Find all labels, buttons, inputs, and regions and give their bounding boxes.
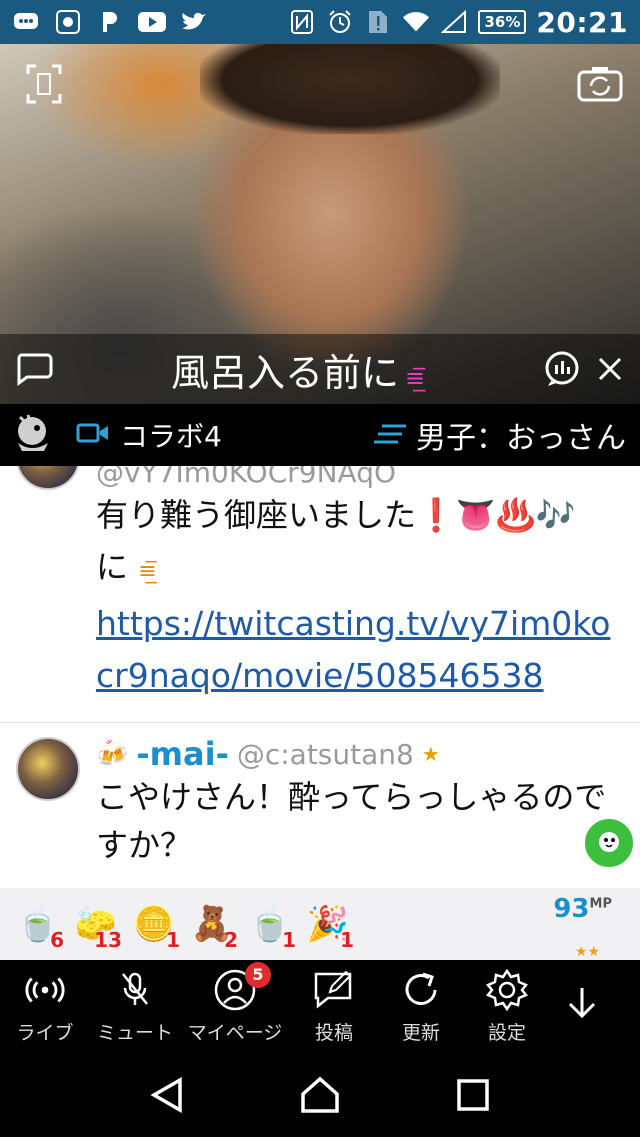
item-count: 6 bbox=[50, 928, 64, 952]
mp-value: 93 bbox=[553, 894, 590, 924]
video-frame bbox=[200, 44, 500, 134]
gift-items-bar: 🍵 6 🧽 13 🪙 1 🧸 2 🍵 1 🎉 1 93MP ★★ bbox=[0, 888, 640, 960]
down-arrow-icon bbox=[560, 981, 604, 1025]
refresh-button[interactable]: 更新 bbox=[378, 960, 464, 1052]
mute-mic-icon bbox=[113, 968, 157, 1012]
profile-icon: 5 bbox=[213, 961, 271, 1012]
video-camera-icon bbox=[76, 419, 110, 452]
live-video[interactable]: 風呂入る前に ≡̲̅ bbox=[0, 44, 640, 404]
nav-label: ミュート bbox=[96, 1021, 173, 1044]
system-status: 36% 20:21 bbox=[288, 6, 628, 39]
comment-handle[interactable]: @vY7Im0KOCr9NAqO bbox=[96, 466, 620, 489]
close-icon[interactable] bbox=[586, 345, 634, 393]
back-icon bbox=[150, 1076, 182, 1113]
comment-handle[interactable]: @c:atsutan8 bbox=[237, 738, 414, 771]
notification-badge: 5 bbox=[245, 961, 271, 988]
comment-username[interactable]: -mai- bbox=[136, 735, 228, 773]
info-bar: コラボ4 男子：おっさん bbox=[0, 404, 640, 466]
youtube-icon bbox=[138, 8, 166, 36]
recents-icon bbox=[457, 1078, 490, 1111]
beer-icon: 🍻 bbox=[96, 739, 129, 769]
twitter-icon bbox=[180, 8, 208, 36]
home-button[interactable] bbox=[295, 1070, 345, 1120]
title-emoji: ≡̲̅ bbox=[138, 559, 157, 584]
broadcast-title-text: 風呂入る前に bbox=[170, 350, 399, 395]
mypage-button[interactable]: 5 マイページ bbox=[180, 960, 290, 1052]
comment-icon[interactable] bbox=[10, 345, 58, 393]
broadcast-title: 風呂入る前に ≡̲̅ bbox=[58, 342, 538, 397]
comment-item: @vY7Im0KOCr9NAqO 有り難う御座いました❗️👅♨️🎶 に ≡̲̅ … bbox=[0, 466, 640, 702]
bottom-toolbar: ライブ ミュート 5 マイページ 投稿 更新 設定 bbox=[0, 960, 640, 1052]
home-icon bbox=[301, 1076, 339, 1113]
coin-icon[interactable]: 🪙 1 bbox=[126, 896, 182, 952]
comment-text-line: に bbox=[96, 548, 129, 586]
comment-text: こやけさん！酔ってらっしゃるのですか？ bbox=[96, 778, 607, 864]
nav-label: 投稿 bbox=[314, 1021, 353, 1044]
nfc-icon bbox=[288, 8, 316, 36]
comment-item: 🍻 -mai- @c:atsutan8 ★ こやけさん！酔ってらっしゃるのですか… bbox=[0, 723, 640, 869]
alarm-icon bbox=[326, 8, 354, 36]
twitcasting-bird-icon[interactable] bbox=[582, 816, 636, 870]
mp-counter[interactable]: 93MP bbox=[553, 894, 612, 924]
guest-avatar-icon[interactable] bbox=[14, 413, 54, 457]
comment-text-line: 有り難う御座いました❗️👅♨️🎶 bbox=[96, 496, 576, 534]
collapse-button[interactable] bbox=[550, 960, 614, 1052]
app-icon bbox=[54, 8, 82, 36]
post-icon bbox=[312, 968, 356, 1012]
item-count: 2 bbox=[224, 928, 238, 952]
nav-label: マイページ bbox=[187, 1021, 283, 1044]
item-count: 1 bbox=[166, 928, 180, 952]
item-count: 13 bbox=[94, 928, 122, 952]
comment-link[interactable]: https://twitcasting.tv/vy7im0kocr9naqo/m… bbox=[96, 598, 620, 702]
item-count: 1 bbox=[282, 928, 296, 952]
live-button[interactable]: ライブ bbox=[0, 960, 90, 1052]
item-count: 1 bbox=[340, 928, 354, 952]
message-icon bbox=[12, 8, 40, 36]
comment-text: 有り難う御座いました❗️👅♨️🎶 に ≡̲̅ bbox=[96, 489, 620, 598]
sim-alert-icon bbox=[364, 8, 392, 36]
broadcast-title-bar: 風呂入る前に ≡̲̅ bbox=[0, 334, 640, 404]
clock: 20:21 bbox=[536, 5, 628, 39]
system-nav-bar bbox=[0, 1052, 640, 1137]
category-label: 男子：おっさん bbox=[416, 421, 626, 456]
category-link[interactable]: 男子：おっさん bbox=[374, 413, 626, 457]
settings-icon bbox=[485, 968, 529, 1012]
live-icon bbox=[23, 968, 67, 1012]
medal-icon: ★ bbox=[421, 742, 440, 766]
star-icon: ★★ bbox=[574, 944, 600, 960]
cracker-icon[interactable]: 🎉 1 bbox=[300, 896, 356, 952]
settings-button[interactable]: 設定 bbox=[464, 960, 550, 1052]
comment-user-row: 🍻 -mai- @c:atsutan8 ★ bbox=[96, 735, 620, 773]
poll-chat-icon[interactable] bbox=[538, 345, 586, 393]
comment-list[interactable]: @vY7Im0KOCr9NAqO 有り難う御座いました❗️👅♨️🎶 に ≡̲̅ … bbox=[0, 466, 640, 888]
back-button[interactable] bbox=[142, 1070, 192, 1120]
notification-icons bbox=[12, 8, 208, 36]
tea-10-icon[interactable]: 🍵 1 bbox=[242, 896, 298, 952]
avatar[interactable] bbox=[16, 737, 80, 801]
recents-button[interactable] bbox=[448, 1070, 498, 1120]
title-emoji: ≡̲̅ bbox=[404, 363, 426, 392]
nav-label: ライブ bbox=[16, 1021, 74, 1044]
switch-camera-icon[interactable] bbox=[576, 64, 624, 104]
collab-button[interactable]: コラボ4 bbox=[76, 415, 222, 455]
nav-label: 設定 bbox=[487, 1021, 526, 1044]
post-button[interactable]: 投稿 bbox=[290, 960, 378, 1052]
wifi-icon bbox=[402, 8, 430, 36]
signal-icon bbox=[440, 8, 468, 36]
mute-button[interactable]: ミュート bbox=[90, 960, 180, 1052]
status-bar: 36% 20:21 bbox=[0, 0, 640, 44]
battery-indicator: 36% bbox=[478, 10, 527, 34]
nav-label: 更新 bbox=[401, 1021, 440, 1044]
cleaner-icon[interactable]: 🧽 13 bbox=[68, 896, 124, 952]
tea-icon[interactable]: 🍵 6 bbox=[10, 896, 66, 952]
category-icon bbox=[374, 418, 408, 453]
bear-icon[interactable]: 🧸 2 bbox=[184, 896, 240, 952]
fullscreen-icon[interactable] bbox=[24, 64, 64, 104]
parking-icon bbox=[96, 8, 124, 36]
refresh-icon bbox=[399, 968, 443, 1012]
mp-unit: MP bbox=[589, 896, 612, 912]
collab-label: コラボ4 bbox=[120, 420, 222, 453]
